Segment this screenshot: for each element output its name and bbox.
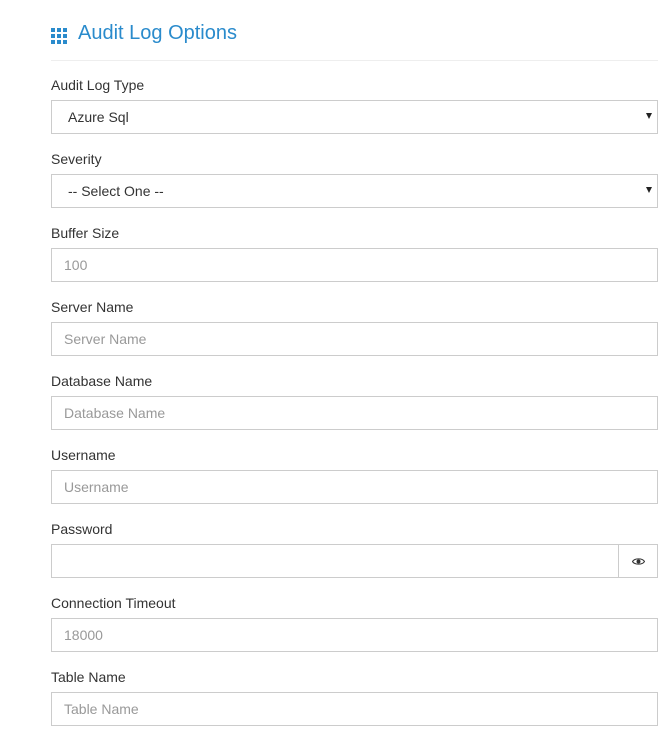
username-input[interactable] <box>51 470 658 504</box>
connection-timeout-input[interactable] <box>51 618 658 652</box>
database-name-label: Database Name <box>51 373 153 389</box>
password-input[interactable] <box>51 544 619 578</box>
audit-log-options-panel: Audit Log Options Audit Log Type Azure S… <box>51 0 658 726</box>
table-name-input[interactable] <box>51 692 658 726</box>
buffer-size-input[interactable] <box>51 248 658 282</box>
database-name-input[interactable] <box>51 396 658 430</box>
show-password-button[interactable] <box>618 544 658 578</box>
password-label: Password <box>51 521 113 537</box>
table-name-label: Table Name <box>51 669 126 685</box>
chevron-down-icon <box>646 187 652 193</box>
server-name-label: Server Name <box>51 299 134 315</box>
panel-header: Audit Log Options <box>51 0 658 61</box>
eye-icon <box>631 557 645 565</box>
connection-timeout-label: Connection Timeout <box>51 595 176 611</box>
server-name-input[interactable] <box>51 322 658 356</box>
audit-log-type-selected-value: Azure Sql <box>68 109 129 125</box>
page-title: Audit Log Options <box>78 22 237 44</box>
buffer-size-label: Buffer Size <box>51 225 120 241</box>
grid-icon <box>51 28 67 44</box>
chevron-down-icon <box>646 113 652 119</box>
username-label: Username <box>51 447 116 463</box>
audit-log-type-select[interactable]: Azure Sql <box>51 100 658 134</box>
severity-select[interactable]: -- Select One -- <box>51 174 658 208</box>
severity-label: Severity <box>51 151 102 167</box>
audit-log-type-label: Audit Log Type <box>51 77 145 93</box>
severity-selected-value: -- Select One -- <box>68 183 164 199</box>
